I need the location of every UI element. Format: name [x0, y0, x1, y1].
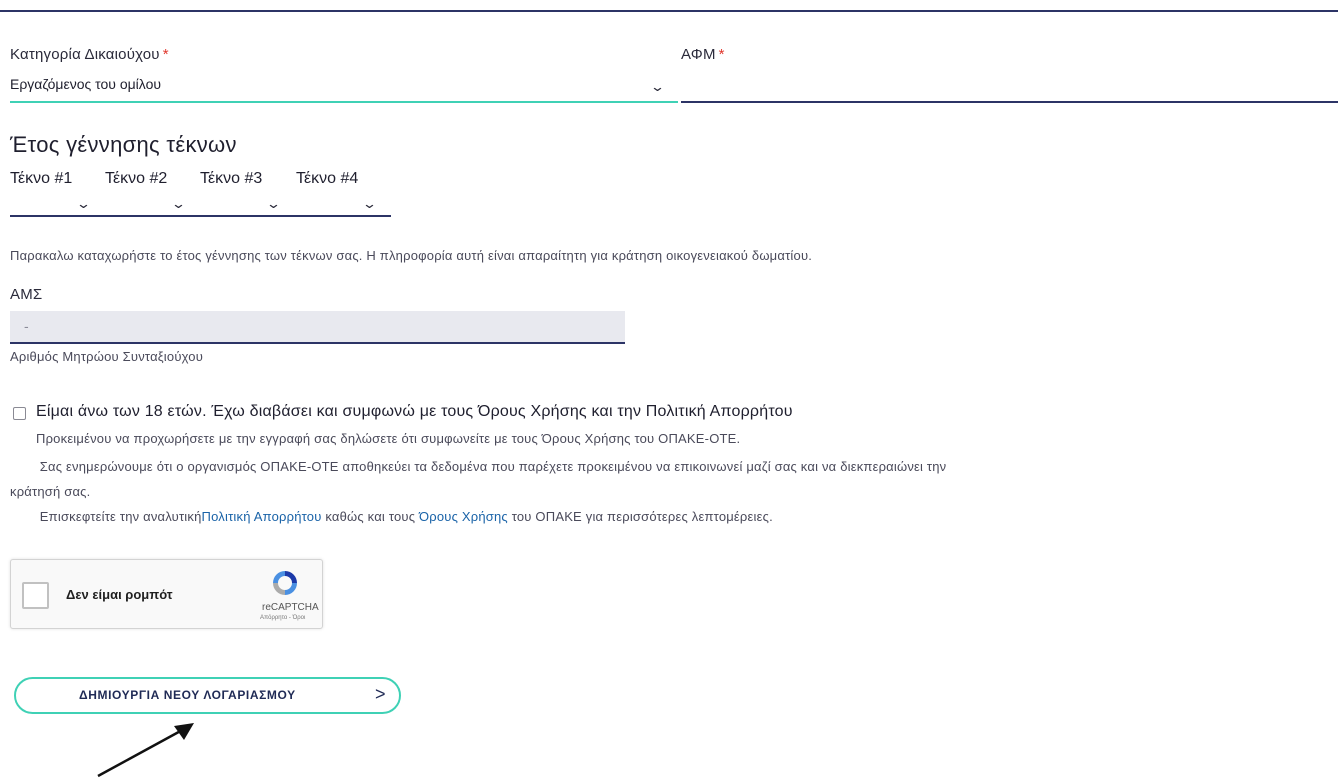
child-3-label: Τέκνο #3 [200, 170, 263, 187]
afm-input[interactable] [681, 70, 1338, 102]
category-select-value: Εργαζόμενος του ομίλου [10, 76, 162, 92]
chevron-down-icon: ⌄ [265, 196, 282, 211]
terms-line-2b: κράτησή σας. [10, 484, 91, 499]
child-1-select[interactable]: ⌄ [10, 196, 102, 214]
top-divider [0, 10, 1338, 12]
chevron-down-icon: ⌄ [170, 196, 187, 211]
terms-line-2: Σας ενημερώνουμε ότι ο οργανισμός ΟΠΑΚΕ-… [36, 459, 947, 474]
recaptcha-logo-icon [273, 571, 297, 595]
children-help-text: Παρακαλω καταχωρήστε το έτος γέννησης τω… [10, 248, 813, 263]
child-1-label: Τέκνο #1 [10, 170, 73, 187]
child-4-select[interactable]: ⌄ [296, 196, 388, 214]
required-mark: * [162, 46, 169, 63]
ams-help-text: Αριθμός Μητρώου Συνταξιούχου [10, 349, 204, 364]
recaptcha-privacy-terms[interactable]: Απόρρητο - Όροι [260, 615, 305, 621]
ams-label: ΑΜΣ [10, 286, 43, 303]
category-underline [10, 101, 678, 103]
category-label: Κατηγορία Δικαιούχου * [10, 46, 169, 63]
terms-title: Είμαι άνω των 18 ετών. Έχω διαβάσει και … [36, 403, 793, 420]
create-account-label: ΔΗΜΙΟΥΡΓΙΑ ΝΕΟΥ ΛΟΓΑΡΙΑΣΜΟΥ [79, 688, 296, 702]
children-underline [10, 215, 391, 217]
children-heading: Έτος γέννησης τέκνων [10, 132, 237, 157]
afm-underline [681, 101, 1338, 103]
terms-checkbox[interactable] [13, 407, 26, 420]
terms-line-3-suffix: του ΟΠΑΚΕ για περισσότερες λεπτομέρειες. [507, 509, 773, 524]
privacy-policy-link[interactable]: Πολιτική Απορρήτου [202, 509, 322, 524]
required-mark: * [718, 46, 725, 63]
terms-line-1: Προκειμένου να προχωρήσετε με την εγγραφ… [36, 431, 741, 446]
terms-line-3: Επισκεφτείτε την αναλυτικήΠολιτική Απορρ… [36, 506, 773, 528]
category-label-text: Κατηγορία Δικαιούχου [10, 46, 160, 63]
chevron-right-icon: > [375, 684, 386, 704]
ams-input[interactable] [10, 311, 625, 344]
recaptcha-brand: reCAPTCHA [262, 602, 319, 613]
annotation-arrow-icon [97, 723, 194, 778]
terms-line-3-prefix: Επισκεφτείτε την αναλυτική [36, 509, 202, 524]
afm-label-text: ΑΦΜ [681, 46, 716, 63]
chevron-down-icon: ⌄ [649, 79, 666, 94]
child-2-select[interactable]: ⌄ [105, 196, 197, 214]
chevron-down-icon: ⌄ [75, 196, 92, 211]
terms-of-use-link[interactable]: Όρους Χρήσης [419, 509, 508, 524]
ams-input-value: - [24, 318, 29, 334]
child-3-select[interactable]: ⌄ [200, 196, 292, 214]
recaptcha-checkbox[interactable] [22, 582, 49, 609]
afm-label: ΑΦΜ * [681, 46, 725, 63]
child-4-label: Τέκνο #4 [296, 170, 359, 187]
chevron-down-icon: ⌄ [361, 196, 378, 211]
terms-line-3-mid: καθώς και τους [321, 509, 419, 524]
category-select[interactable]: Εργαζόμενος του ομίλου ⌄ [10, 70, 678, 102]
child-2-label: Τέκνο #2 [105, 170, 168, 187]
recaptcha-label: Δεν είμαι ρομπότ [66, 587, 173, 602]
